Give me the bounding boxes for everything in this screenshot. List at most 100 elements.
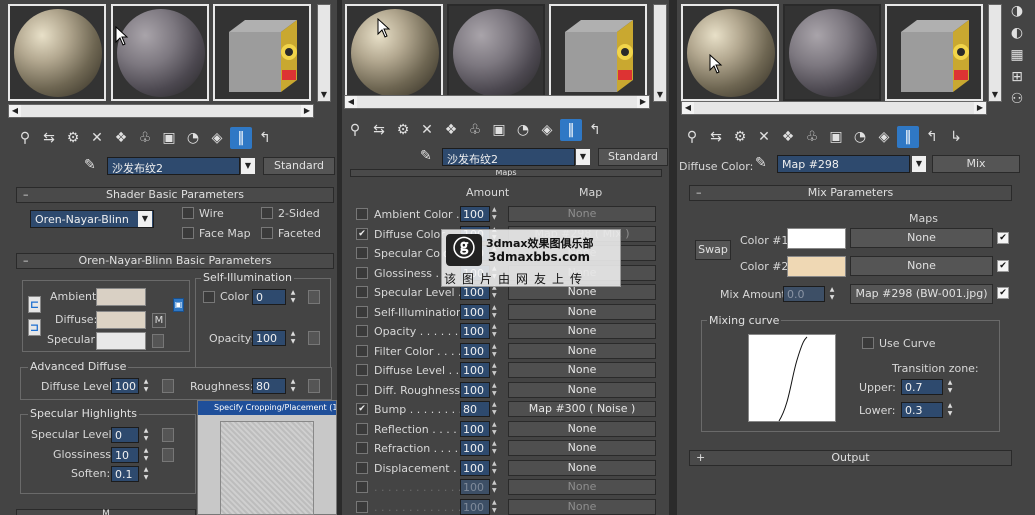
roughness-map-button[interactable] xyxy=(308,379,320,393)
map-amount-spinner[interactable]: 80 xyxy=(460,401,490,417)
get-material-icon[interactable]: ⚲ xyxy=(14,127,36,149)
lock-ambient-diffuse-icon[interactable]: ⊏ xyxy=(28,296,41,313)
swap-button[interactable]: Swap xyxy=(695,240,731,260)
assign-material-icon[interactable]: ⚙ xyxy=(729,126,751,148)
go-to-parent-icon[interactable]: ↰ xyxy=(921,126,943,148)
map-amount-spinner[interactable]: 100 xyxy=(460,498,490,515)
mix-amount-map-checkbox[interactable]: ✔ xyxy=(997,287,1009,299)
self-illum-color-checkbox[interactable] xyxy=(203,291,215,303)
spinner-arrows-icon[interactable]: ▲▼ xyxy=(827,286,837,302)
material-effects-channel-icon[interactable]: ◔ xyxy=(182,127,204,149)
spinner-arrows-icon[interactable]: ▲▼ xyxy=(492,304,500,320)
map-amount-spinner[interactable]: 100 xyxy=(460,420,490,437)
material-effects-channel-icon[interactable]: ◔ xyxy=(849,126,871,148)
go-to-parent-icon[interactable]: ↰ xyxy=(254,127,276,149)
map-enable-checkbox[interactable] xyxy=(356,383,368,396)
show-map-icon[interactable]: ◈ xyxy=(536,119,558,141)
material-name-field[interactable]: 沙发布纹2 xyxy=(107,157,240,175)
diffuse-color-swatch[interactable] xyxy=(96,311,146,329)
color1-swatch[interactable] xyxy=(787,228,846,249)
map-amount-spinner[interactable]: 100 xyxy=(460,342,490,359)
sample-slots-vscroll[interactable]: ▼ xyxy=(653,4,667,102)
map-slot-button[interactable]: None xyxy=(508,323,656,339)
map-slot-button[interactable]: None xyxy=(508,479,656,495)
chevron-down-icon[interactable]: ▼ xyxy=(912,156,926,172)
opacity-spinner[interactable]: 100 xyxy=(252,330,286,346)
rollout-output[interactable]: + Output xyxy=(689,450,1012,466)
show-map-icon[interactable]: ◈ xyxy=(873,126,895,148)
chevron-down-icon[interactable]: ▼ xyxy=(576,149,590,165)
eyedropper-icon[interactable]: ✎ xyxy=(420,148,432,164)
reset-icon[interactable]: ✕ xyxy=(86,127,108,149)
go-to-parent-icon[interactable]: ↰ xyxy=(584,119,606,141)
rollout-onb-basic[interactable]: – Oren-Nayar-Blinn Basic Parameters xyxy=(16,253,334,269)
self-illum-map-button[interactable] xyxy=(308,290,320,304)
map-amount-spinner[interactable]: 100 xyxy=(460,303,490,320)
show-end-result-icon[interactable]: ‖ xyxy=(897,126,919,148)
diffuse-level-spinner[interactable]: 100 xyxy=(111,378,139,394)
map-slot-button[interactable]: None xyxy=(508,303,656,320)
material-name-field[interactable]: 沙发布纹2 xyxy=(442,148,575,166)
scroll-right-icon[interactable]: ▶ xyxy=(974,102,986,114)
self-illum-spinner[interactable]: 0 xyxy=(252,289,286,305)
material-effects-channel-icon[interactable]: ◔ xyxy=(512,119,534,141)
spinner-arrows-icon[interactable]: ▲▼ xyxy=(288,378,298,394)
scroll-left-icon[interactable]: ◀ xyxy=(345,96,357,108)
lock-icon[interactable]: ▣ xyxy=(173,298,184,312)
spinner-arrows-icon[interactable]: ▲▼ xyxy=(492,362,500,378)
put-to-library-icon[interactable]: ▣ xyxy=(158,127,180,149)
rollout-maps[interactable]: Maps xyxy=(350,169,662,177)
put-to-scene-icon[interactable]: ⇆ xyxy=(368,119,390,141)
opacity-map-button[interactable] xyxy=(308,331,320,345)
map-slot-button[interactable]: None xyxy=(508,206,656,222)
copy-material-icon[interactable]: ❖ xyxy=(110,127,132,149)
sample-slots-hscroll[interactable]: ◀ ▶ xyxy=(344,95,650,109)
chevron-down-icon[interactable]: ▼ xyxy=(241,158,255,174)
spinner-arrows-icon[interactable]: ▲▼ xyxy=(141,378,151,394)
spinner-arrows-icon[interactable]: ▲▼ xyxy=(492,206,500,222)
spinner-arrows-icon[interactable]: ▲▼ xyxy=(492,323,500,339)
put-to-library-icon[interactable]: ▣ xyxy=(488,119,510,141)
scroll-left-icon[interactable]: ◀ xyxy=(682,102,694,114)
map-enable-checkbox[interactable] xyxy=(356,208,368,220)
soften-spinner[interactable]: 0.1 xyxy=(111,466,139,482)
spinner-arrows-icon[interactable]: ▲▼ xyxy=(141,427,151,443)
map-slot-button[interactable]: None xyxy=(508,440,656,456)
sample-slot-3[interactable] xyxy=(885,4,983,101)
sample-slots-hscroll[interactable]: ◀ ▶ xyxy=(8,104,314,118)
copy-material-icon[interactable]: ❖ xyxy=(440,119,462,141)
video-color-check-icon[interactable]: ⚇ xyxy=(1006,88,1028,110)
glossiness-spinner[interactable]: 10 xyxy=(111,447,139,463)
wire-checkbox[interactable] xyxy=(182,207,194,219)
put-to-scene-icon[interactable]: ⇆ xyxy=(705,126,727,148)
background-icon[interactable]: ▦ xyxy=(1006,44,1028,66)
map-amount-spinner[interactable]: 100 xyxy=(460,323,490,339)
map-amount-spinner[interactable]: 100 xyxy=(460,381,490,398)
sample-type-icon[interactable]: ◑ xyxy=(1006,0,1028,22)
scroll-right-icon[interactable]: ▶ xyxy=(301,105,313,117)
map-name-field[interactable]: Map #298 xyxy=(777,155,910,173)
sample-slot-1[interactable] xyxy=(345,4,443,101)
sample-slot-3[interactable] xyxy=(213,4,311,101)
backlight-icon[interactable]: ◐ xyxy=(1006,22,1028,44)
make-unique-icon[interactable]: ♧ xyxy=(464,119,486,141)
material-type-button[interactable]: Standard xyxy=(598,148,668,166)
show-end-result-icon[interactable]: ‖ xyxy=(560,119,582,141)
sample-slot-3[interactable] xyxy=(549,4,647,101)
map-enable-checkbox[interactable] xyxy=(356,461,368,474)
map-enable-checkbox[interactable] xyxy=(356,266,368,279)
assign-material-icon[interactable]: ⚙ xyxy=(392,119,414,141)
sample-slot-2[interactable] xyxy=(783,4,881,101)
scroll-right-icon[interactable]: ▶ xyxy=(637,96,649,108)
map-slot-button[interactable]: None xyxy=(508,362,656,378)
material-type-button[interactable]: Standard xyxy=(263,157,335,175)
map-enable-checkbox[interactable] xyxy=(356,325,368,337)
eyedropper-icon[interactable]: ✎ xyxy=(755,155,767,171)
spinner-arrows-icon[interactable]: ▲▼ xyxy=(492,479,500,495)
assign-material-icon[interactable]: ⚙ xyxy=(62,127,84,149)
sample-slot-2[interactable] xyxy=(447,4,545,101)
specular-color-swatch[interactable] xyxy=(96,332,146,350)
sample-slots-vscroll[interactable]: ▼ xyxy=(317,4,331,102)
map-enable-checkbox[interactable] xyxy=(356,286,368,298)
map-amount-spinner[interactable]: 100 xyxy=(460,440,490,456)
